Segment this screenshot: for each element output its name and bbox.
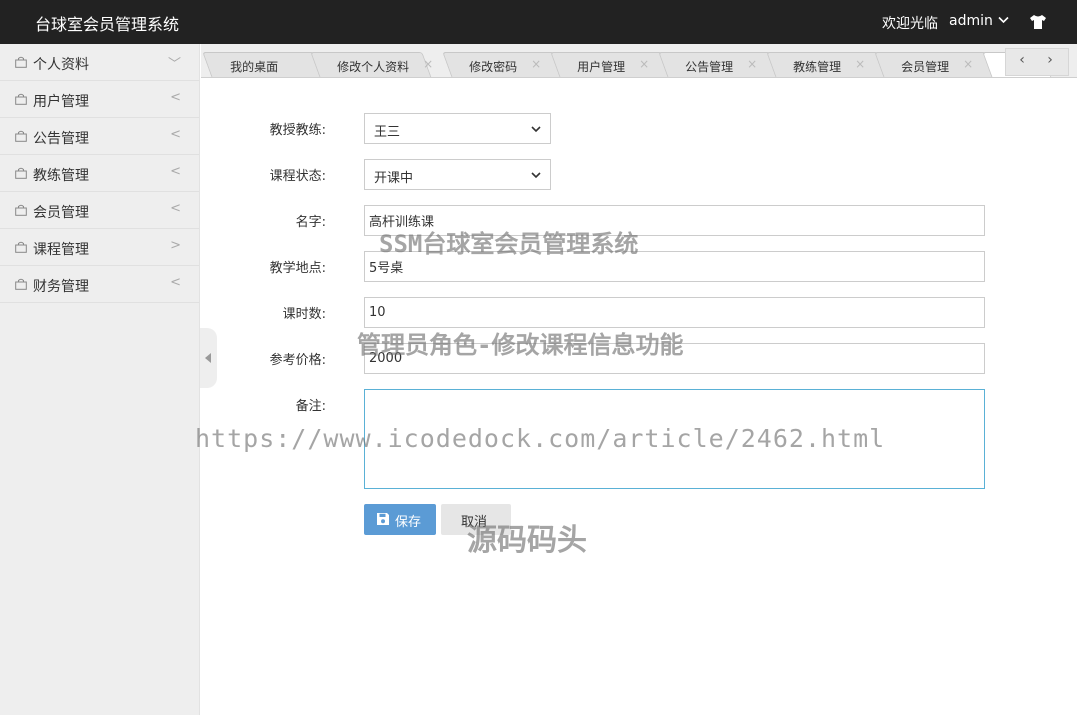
sidebar-item-finance[interactable]: 财务管理 < — [0, 266, 199, 303]
sidebar-item-users[interactable]: 用户管理 < — [0, 81, 199, 118]
name-label: 名字: — [295, 215, 326, 230]
tab-desktop[interactable]: 我的桌面 — [202, 52, 324, 77]
chevron-down-icon — [531, 166, 541, 187]
location-label: 教学地点: — [269, 261, 326, 276]
tab-change-password[interactable]: 修改密码 × — [442, 52, 564, 77]
chevron-right-icon: > — [170, 238, 181, 253]
save-button[interactable]: 保存 — [364, 504, 436, 535]
remark-textarea[interactable] — [364, 389, 985, 489]
tab-scroll-nav: ‹ › — [1005, 48, 1069, 76]
sidebar-item-label: 教练管理 — [33, 168, 89, 184]
chevron-left-icon: < — [170, 275, 181, 290]
tab-label: 修改密码 — [469, 60, 518, 74]
bag-icon — [15, 278, 27, 290]
cancel-button[interactable]: 取消 — [441, 504, 511, 535]
hours-label: 课时数: — [282, 307, 326, 322]
close-icon[interactable]: × — [639, 57, 649, 71]
remark-label: 备注: — [295, 399, 326, 414]
tab-notice-management[interactable]: 公告管理 × — [658, 52, 780, 77]
chevron-down-icon: ﹀ — [167, 57, 181, 72]
status-select[interactable]: 开课中 — [364, 159, 551, 190]
sidebar-item-coaches[interactable]: 教练管理 < — [0, 155, 199, 192]
tab-label: 我的桌面 — [230, 60, 279, 74]
chevron-left-icon[interactable]: ‹ — [1012, 52, 1032, 68]
chevron-down-icon — [998, 14, 1009, 27]
tab-label: 修改个人资料 — [337, 60, 410, 74]
top-header: 台球室会员管理系统 欢迎光临 admin — [0, 0, 1077, 44]
tab-coach-management[interactable]: 教练管理 × — [766, 52, 888, 77]
location-input[interactable] — [364, 251, 985, 282]
close-icon[interactable]: × — [855, 57, 865, 71]
floppy-disk-icon — [376, 512, 390, 526]
price-label: 参考价格: — [269, 353, 326, 368]
username: admin — [949, 13, 993, 29]
cancel-button-label: 取消 — [461, 515, 488, 530]
sidebar-item-label: 个人资料 — [33, 57, 89, 73]
sidebar: 个人资料 ﹀ 用户管理 < 公告管理 < 教练管理 < 会员管理 < 课程管理 … — [0, 44, 200, 715]
bag-icon — [15, 93, 27, 105]
close-icon[interactable]: × — [747, 57, 757, 71]
tab-label: 公告管理 — [685, 60, 734, 74]
tshirt-icon[interactable] — [1029, 14, 1047, 30]
tab-label: 会员管理 — [901, 60, 950, 74]
sidebar-item-label: 课程管理 — [33, 242, 89, 258]
tab-user-management[interactable]: 用户管理 × — [550, 52, 672, 77]
sidebar-item-label: 公告管理 — [33, 131, 89, 147]
bag-icon — [15, 204, 27, 216]
chevron-left-icon: < — [170, 201, 181, 216]
hours-input[interactable] — [364, 297, 985, 328]
sidebar-item-notices[interactable]: 公告管理 < — [0, 118, 199, 155]
chevron-down-icon — [531, 120, 541, 141]
sidebar-item-members[interactable]: 会员管理 < — [0, 192, 199, 229]
sidebar-item-label: 财务管理 — [33, 279, 89, 295]
bag-icon — [15, 167, 27, 179]
bag-icon — [15, 130, 27, 142]
coach-select[interactable]: 王三 — [364, 113, 551, 144]
tab-label: 教练管理 — [793, 60, 842, 74]
chevron-right-icon[interactable]: › — [1040, 52, 1060, 68]
welcome-text: 欢迎光临 — [882, 16, 938, 32]
tab-member-management[interactable]: 会员管理 × — [874, 52, 996, 77]
app-title: 台球室会员管理系统 — [35, 15, 180, 34]
close-icon[interactable]: × — [963, 57, 973, 71]
close-icon[interactable]: × — [531, 57, 541, 71]
coach-label: 教授教练: — [269, 123, 326, 138]
tab-label: 用户管理 — [577, 60, 626, 74]
status-select-value: 开课中 — [374, 171, 414, 186]
save-button-label: 保存 — [395, 515, 422, 530]
chevron-left-icon: < — [170, 127, 181, 142]
price-input[interactable] — [364, 343, 985, 374]
user-menu[interactable]: admin — [949, 13, 1009, 29]
close-icon[interactable]: × — [423, 57, 433, 71]
name-input[interactable] — [364, 205, 985, 236]
bag-icon — [15, 56, 27, 68]
bag-icon — [15, 241, 27, 253]
sidebar-item-label: 会员管理 — [33, 205, 89, 221]
sidebar-item-profile[interactable]: 个人资料 ﹀ — [0, 44, 199, 81]
sidebar-item-courses[interactable]: 课程管理 > — [0, 229, 199, 266]
chevron-left-icon: < — [170, 164, 181, 179]
chevron-left-icon: < — [170, 90, 181, 105]
coach-select-value: 王三 — [374, 125, 401, 140]
sidebar-item-label: 用户管理 — [33, 94, 89, 110]
tab-edit-profile[interactable]: 修改个人资料 × — [310, 52, 433, 77]
tab-bar: 我的桌面 修改个人资料 × 修改密码 × 用户管理 × 公告管理 × 教练管理 × 会员管… — [201, 44, 1077, 78]
status-label: 课程状态: — [269, 169, 326, 184]
